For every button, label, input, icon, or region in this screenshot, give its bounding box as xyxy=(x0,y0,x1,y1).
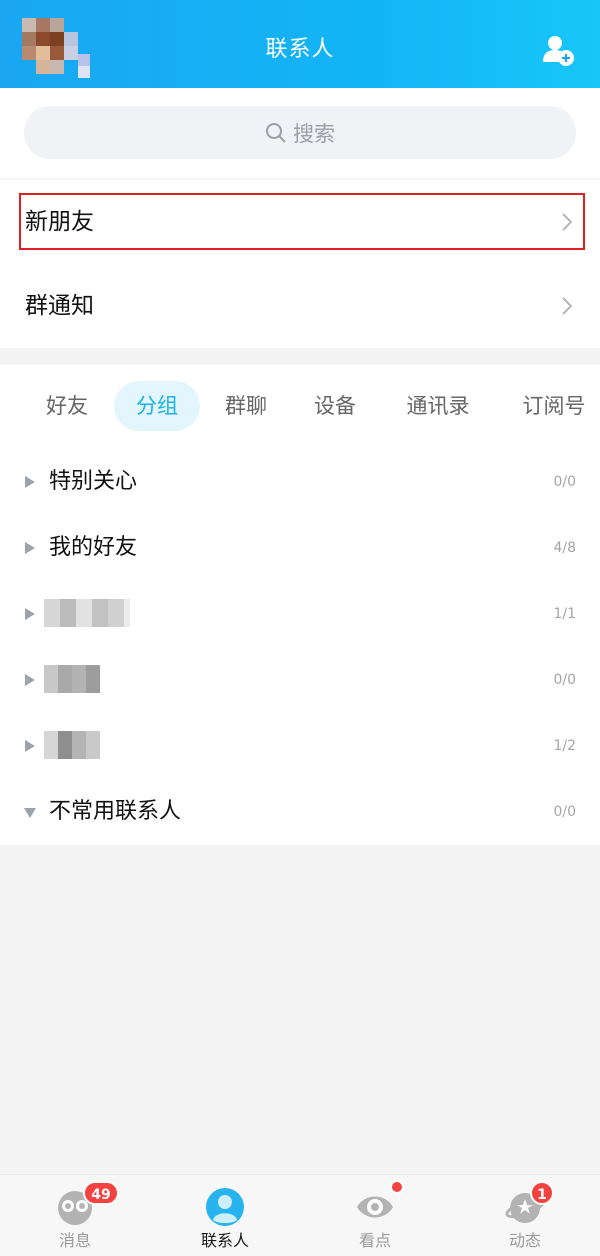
expand-arrow-icon xyxy=(25,476,35,488)
group-count: 1/1 xyxy=(553,606,576,622)
group-row[interactable]: 不常用联系人 0/0 xyxy=(0,779,600,845)
nav-contacts[interactable]: 联系人 xyxy=(150,1175,300,1256)
page-title: 联系人 xyxy=(265,37,335,62)
eye-icon xyxy=(357,1196,393,1218)
nav-moments[interactable]: 1 动态 xyxy=(450,1175,600,1256)
bottom-navigation: 49 消息 联系人 看点 1 动态 xyxy=(0,1174,600,1256)
expand-arrow-icon xyxy=(25,740,35,752)
group-count: 4/8 xyxy=(553,540,576,556)
group-row[interactable]: 特别关心 0/0 xyxy=(0,449,600,515)
moments-badge: 1 xyxy=(530,1181,554,1205)
expand-arrow-icon xyxy=(25,608,35,620)
messages-badge: 49 xyxy=(83,1181,119,1205)
tab-devices[interactable]: 设备 xyxy=(296,381,374,431)
search-placeholder: 搜索 xyxy=(293,121,335,146)
collapse-arrow-icon xyxy=(24,808,36,818)
top-bar: 联系人 xyxy=(0,0,600,88)
group-name: 特别关心 xyxy=(49,469,138,494)
nav-messages[interactable]: 49 消息 xyxy=(0,1175,150,1256)
nav-label: 联系人 xyxy=(200,1231,249,1250)
group-count: 0/0 xyxy=(553,804,576,820)
tab-subscriptions[interactable]: 订阅号 xyxy=(508,381,600,431)
search-input[interactable]: 搜索 xyxy=(24,106,576,159)
group-name: 我的好友 xyxy=(49,535,138,560)
tab-address-book[interactable]: 通讯录 xyxy=(393,381,483,431)
contacts-icon xyxy=(206,1188,244,1226)
add-friend-icon[interactable] xyxy=(542,34,576,68)
tab-groups[interactable]: 分组 xyxy=(114,381,200,431)
contact-tabs: 好友 分组 群聊 设备 通讯录 订阅号 xyxy=(0,381,600,433)
search-icon xyxy=(266,122,286,143)
contacts-section: 好友 分组 群聊 设备 通讯录 订阅号 特别关心 0/0 我的好友 4/8 1/… xyxy=(0,365,600,845)
group-row[interactable]: 0/0 xyxy=(0,647,600,713)
chevron-right-icon xyxy=(562,297,572,315)
group-row[interactable]: 我的好友 4/8 xyxy=(0,515,600,581)
tab-friends[interactable]: 好友 xyxy=(28,381,106,431)
group-notifications-label: 群通知 xyxy=(25,293,94,319)
group-count: 0/0 xyxy=(553,474,576,490)
expand-arrow-icon xyxy=(25,542,35,554)
group-count: 1/2 xyxy=(553,738,576,754)
tab-group-chats[interactable]: 群聊 xyxy=(207,381,285,431)
nav-label: 看点 xyxy=(358,1231,391,1250)
nav-label: 消息 xyxy=(58,1231,91,1250)
nav-label: 动态 xyxy=(508,1231,541,1250)
group-name: 不常用联系人 xyxy=(49,799,182,824)
group-notifications-entry[interactable]: 群通知 xyxy=(0,264,600,348)
search-area: 搜索 xyxy=(0,88,600,178)
group-row[interactable]: 1/1 xyxy=(0,581,600,647)
watch-dot xyxy=(390,1180,404,1194)
group-count: 0/0 xyxy=(553,672,576,688)
group-row[interactable]: 1/2 xyxy=(0,713,600,779)
highlight-box xyxy=(19,193,585,250)
nav-watch[interactable]: 看点 xyxy=(300,1175,450,1256)
expand-arrow-icon xyxy=(25,674,35,686)
